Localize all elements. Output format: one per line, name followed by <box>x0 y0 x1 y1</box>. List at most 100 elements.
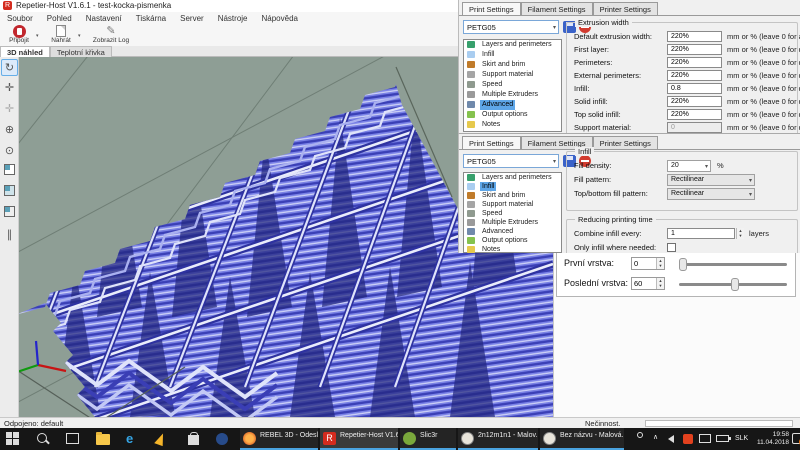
start-button-icon[interactable] <box>6 432 20 446</box>
show-log-button[interactable]: ✎ Zobrazit Log <box>88 25 134 44</box>
category-advanced[interactable]: Advanced <box>464 100 561 110</box>
tray-expand-icon[interactable]: ∧ <box>653 428 658 450</box>
edge-browser-icon[interactable]: e <box>126 432 140 446</box>
menu-napoveda[interactable]: Nápověda <box>255 12 305 23</box>
combine-infill-input[interactable] <box>667 228 735 239</box>
parallel-projection-button[interactable]: ∥ <box>1 227 18 244</box>
file-explorer-icon[interactable] <box>96 432 110 446</box>
category-layers[interactable]: Layers and perimeters <box>464 173 561 182</box>
tab-print-settings[interactable]: Print Settings <box>462 2 521 16</box>
clock[interactable]: 19:58 11.04.2018 <box>753 428 789 450</box>
move-viewpoint-button[interactable]: ✛ <box>1 101 18 118</box>
perimeters-extrusion-input[interactable] <box>667 57 722 68</box>
menu-tiskarna[interactable]: Tiskárna <box>129 12 173 23</box>
default-extrusion-input[interactable] <box>667 31 722 42</box>
connect-dropdown-icon[interactable]: ▾ <box>36 33 39 39</box>
category-notes[interactable]: Notes <box>464 120 561 130</box>
taskbar-app-paint1[interactable]: 2n12m1n1 - Malov... <box>458 428 538 450</box>
category-advanced[interactable]: Advanced <box>464 227 561 236</box>
tab-printer-settings[interactable]: Printer Settings <box>593 2 658 16</box>
tab-print-settings[interactable]: Print Settings <box>462 136 521 150</box>
top-solid-infill-input[interactable] <box>667 109 722 120</box>
status-bar: Odpojeno: default Nečinnost. <box>0 417 800 428</box>
category-speed[interactable]: Speed <box>464 80 561 90</box>
tray-app-icon[interactable] <box>683 428 693 450</box>
first-layer-input[interactable] <box>632 258 658 269</box>
category-skirt[interactable]: Skirt and brim <box>464 191 561 200</box>
speed-icon <box>467 210 475 217</box>
slider-thumb[interactable] <box>731 278 739 291</box>
menu-server[interactable]: Server <box>173 12 211 23</box>
front-view-button[interactable] <box>1 185 18 202</box>
solid-infill-input[interactable] <box>667 96 722 107</box>
first-layer-slider[interactable] <box>679 263 787 266</box>
spinner-arrows-icon[interactable]: ▲▼ <box>656 278 664 289</box>
zoom-out-button[interactable]: ⊙ <box>1 143 18 160</box>
only-infill-checkbox[interactable] <box>667 243 676 252</box>
last-layer-spinner[interactable]: ▲▼ <box>631 277 665 290</box>
category-extruders[interactable]: Multiple Extruders <box>464 218 561 227</box>
category-skirt[interactable]: Skirt and brim <box>464 60 561 70</box>
category-infill[interactable]: Infill <box>464 50 561 60</box>
menu-nastroje[interactable]: Nástroje <box>211 12 255 23</box>
external-perimeters-input[interactable] <box>667 70 722 81</box>
notes-icon <box>467 246 475 253</box>
tab-printer-settings[interactable]: Printer Settings <box>593 136 658 150</box>
output-icon <box>467 237 475 244</box>
category-output[interactable]: Output options <box>464 110 561 120</box>
settings-category-list: Layers and perimeters Infill Skirt and b… <box>463 172 562 253</box>
category-infill[interactable]: Infill <box>464 182 561 191</box>
category-support[interactable]: Support material <box>464 200 561 209</box>
taskbar-app-paint2[interactable]: Bez názvu - Malová... <box>540 428 624 450</box>
top-view-button[interactable] <box>1 206 18 223</box>
3d-app-icon[interactable] <box>216 432 230 446</box>
infill-extrusion-input[interactable] <box>667 83 722 94</box>
preset-select[interactable]: PETG05▾ <box>463 20 559 34</box>
support-icon <box>467 71 475 78</box>
language-indicator[interactable]: SLK <box>735 428 748 450</box>
search-icon[interactable] <box>36 432 50 446</box>
speed-icon <box>467 81 475 88</box>
action-center-icon[interactable]: 1 <box>792 428 800 450</box>
spinner-arrows-icon[interactable]: ▲▼ <box>736 228 744 239</box>
taskbar-app-firefox[interactable]: REBEL 3D - Odeslat... <box>240 428 318 450</box>
load-button[interactable]: Nahrát <box>46 25 76 44</box>
spinner-arrows-icon[interactable]: ▲▼ <box>656 258 664 269</box>
fill-density-select[interactable]: 20▾ <box>667 160 711 172</box>
category-notes[interactable]: Notes <box>464 245 561 253</box>
slider-thumb[interactable] <box>679 258 687 271</box>
fill-pattern-select[interactable]: Rectilinear▾ <box>667 174 755 186</box>
taskbar-app-slic3r[interactable]: Slic3r <box>400 428 456 450</box>
network-icon[interactable] <box>699 428 711 450</box>
last-layer-slider[interactable] <box>679 283 787 286</box>
store-icon[interactable] <box>186 432 200 446</box>
category-support[interactable]: Support material <box>464 70 561 80</box>
pinned-app-icon[interactable] <box>156 432 170 446</box>
first-layer-label: První vrstva: <box>564 258 614 268</box>
top-fill-pattern-select[interactable]: Rectilinear▾ <box>667 188 755 200</box>
first-layer-extrusion-input[interactable] <box>667 44 722 55</box>
category-layers[interactable]: Layers and perimeters <box>464 40 561 50</box>
connect-button[interactable]: Připojit <box>4 25 34 44</box>
tab-filament-settings[interactable]: Filament Settings <box>521 2 593 16</box>
category-extruders[interactable]: Multiple Extruders <box>464 90 561 100</box>
zoom-in-button[interactable]: ⊕ <box>1 122 18 139</box>
reducing-time-group: Reducing printing time Combine infill ev… <box>566 219 798 253</box>
last-layer-input[interactable] <box>632 278 658 289</box>
battery-icon[interactable] <box>716 428 729 450</box>
menu-pohled[interactable]: Pohled <box>40 12 79 23</box>
menu-nastaveni[interactable]: Nastavení <box>79 12 129 23</box>
category-output[interactable]: Output options <box>464 236 561 245</box>
rotate-view-button[interactable]: ↻ <box>1 59 18 76</box>
isometric-view-button[interactable] <box>1 164 18 181</box>
category-speed[interactable]: Speed <box>464 209 561 218</box>
menu-soubor[interactable]: Soubor <box>0 12 40 23</box>
first-layer-spinner[interactable]: ▲▼ <box>631 257 665 270</box>
load-dropdown-icon[interactable]: ▾ <box>78 33 81 39</box>
preset-select[interactable]: PETG05▾ <box>463 154 559 168</box>
volume-icon[interactable] <box>668 428 674 450</box>
task-view-icon[interactable] <box>66 432 80 446</box>
taskbar-app-repetier[interactable]: RRepetier-Host V1.6... <box>320 428 398 450</box>
move-object-button[interactable]: ✛ <box>1 80 18 97</box>
people-icon[interactable] <box>634 428 646 450</box>
